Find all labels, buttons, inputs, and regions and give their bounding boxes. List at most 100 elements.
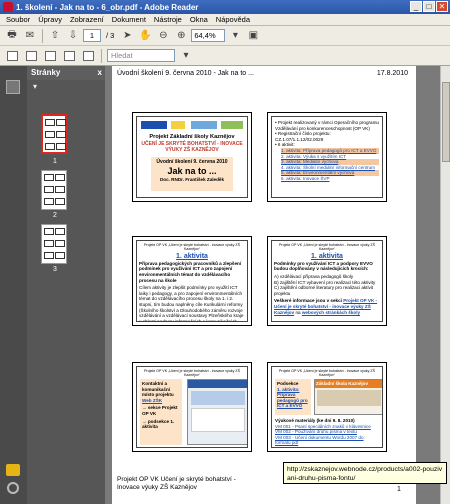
page-header: Úvodní školení 9. června 2010 - Jak na t… [117,70,254,77]
slide-6: Projekt OP VK „Učení je skryté bohatství… [267,362,387,452]
sidebar-options-icon[interactable]: ▾ [27,80,105,94]
slide-bullet: • Registrační číslo projektu: CZ.1.07/1.… [275,131,331,142]
slide-motto: UČENÍ JE SKRYTÉ BOHATSTVÍ - INOVACE VÝUK… [141,141,243,153]
slide-1: Projekt Základní školy Kaznějov UČENÍ JE… [132,112,252,202]
previous-page-icon[interactable]: ⇧ [47,29,63,43]
scrollbar-thumb[interactable] [442,82,450,162]
slide-top-note: Projekt OP VK „Učení je skryté bohatství… [278,369,375,378]
activity-1-link[interactable]: 1. aktivita: Příprava pedagogů pro ICT a… [277,387,309,409]
sidebar-close-icon[interactable]: x [98,66,102,80]
select-arrow-icon[interactable]: ➤ [119,29,135,43]
slide-top-note: Projekt OP VK „Učení je skryté bohatství… [143,369,240,378]
page-count: / 3 [106,31,115,40]
next-page-icon[interactable]: ⇩ [65,29,81,43]
maximize-button[interactable]: □ [423,1,435,12]
eu-logo [141,121,167,129]
sidebar-header: Stránky x [27,66,105,80]
menu-file[interactable]: Soubor [2,15,34,24]
secondary-toolbar: Hledat ▾ [0,46,450,66]
rotate-icon[interactable] [80,49,96,63]
page-thumbnail-3[interactable] [41,224,67,264]
title-bar: 1. školení - Jak na to - 6_obr.pdf - Ado… [0,0,450,14]
zoom-in-icon[interactable]: ⊕ [173,29,189,43]
navigation-strip [0,66,27,504]
thumbnail-label: 3 [53,266,57,273]
material-link-3[interactable]: VM 003 - Učení dokumentu Wordu 2007 do f… [275,435,379,446]
website-screenshot-image [187,379,247,445]
main-toolbar: 🖶 ✉ ⇧ ⇩ 1 / 3 ➤ ✋ ⊖ ⊕ 64,4% ▾ ▣ [0,26,450,46]
menu-document[interactable]: Dokument [108,15,150,24]
slide-2: • Projekt realizovaný v rámci Operačního… [267,112,387,202]
window-title: 1. školení - Jak na to - 6_obr.pdf - Ado… [16,2,199,12]
continuous-page-icon[interactable] [42,49,58,63]
slide-4: Projekt OP VK „Učení je skryté bohatství… [267,236,387,326]
page-footer: Projekt OP VK Učení je skryté bohatství … [117,476,236,491]
menu-bar: Soubor Úpravy Zobrazení Dokument Nástroj… [0,14,450,26]
pdf-page: Úvodní školení 9. června 2010 - Jak na t… [112,66,416,504]
save-copy-icon[interactable] [4,49,20,63]
menu-edit[interactable]: Úpravy [34,15,66,24]
page-number-input[interactable]: 1 [83,29,101,42]
school-website-link[interactable]: webových stránkách školy [302,310,360,315]
sidebar-title: Stránky [31,68,61,77]
slide-title-box: Úvodní školení 9. června 2010 Jak na to … [151,157,233,191]
slide-section-text: → sekce Projekt OP VK [142,405,178,416]
single-page-icon[interactable] [23,49,39,63]
find-input[interactable]: Hledat [107,49,175,62]
toolbar-divider [42,28,43,43]
slide-title: 1. aktivita [311,252,343,260]
pages-sidebar: Stránky x ▾ 1 2 3 [27,66,105,504]
slide-top-note: Projekt OP VK „Učení je skryté bohatství… [143,243,240,252]
fit-width-icon[interactable] [61,49,77,63]
slide-event: Úvodní školení 9. června 2010 [156,159,228,165]
zoom-out-icon[interactable]: ⊖ [155,29,171,43]
slide-3: Projekt OP VK „Učení je skryté bohatství… [132,236,252,326]
slide-info-text: Veškeré informace jsou v sekci [274,298,344,304]
pages-panel-icon[interactable] [6,80,20,94]
program-logo [221,121,243,129]
find-dropdown-icon[interactable]: ▾ [178,49,194,63]
thumbnail-label: 1 [53,158,57,165]
page-number: 1 [397,486,401,493]
comment-icon[interactable] [6,464,20,476]
hand-tool-icon[interactable]: ✋ [137,29,153,43]
vertical-scrollbar[interactable] [440,66,450,504]
zoom-input[interactable]: 64,4% [191,29,226,42]
activity-link-1[interactable]: 1. aktivita: Příprava pedagogů pro ICT a… [281,147,379,154]
slide-big-title: Jak na to ... [167,166,217,176]
slide-paragraph: Příprava pedagogických pracovníků a zlep… [139,260,242,283]
slide-subsection-box: Podsekce 1. aktivita: Příprava pedagogů … [275,379,311,415]
web-zsk-link[interactable]: Web ZŠK [142,398,180,404]
fit-page-icon[interactable]: ▣ [245,29,261,43]
website-screenshot-image: Základní škola Kaznějov [314,379,382,415]
slide-paragraph: Podmínky pro využívání ICT a podpory EVV… [274,260,373,272]
attachment-icon[interactable] [7,482,19,494]
minimize-button[interactable]: _ [410,1,422,12]
slide-bullet: • Projekt realizovaný v rámci Operačního… [275,120,379,131]
page-thumbnail-1[interactable] [41,114,67,154]
site-title: Základní škola Kaznějov [315,380,382,388]
eu-flag [171,121,185,129]
page-thumbnail-2[interactable] [41,170,67,210]
slide-contact-text: Kontaktní a komunikační místo projektu [142,381,174,398]
activity-link-6[interactable]: 6. aktivita: Inovace ŠVP [281,176,379,182]
menu-view[interactable]: Zobrazení [66,15,108,24]
slide-step-c: C) zajištění odborné literatury pro real… [274,285,374,296]
adobe-reader-icon [3,2,13,12]
menu-window[interactable]: Okna [186,15,212,24]
menu-tools[interactable]: Nástroje [150,15,186,24]
share-icon[interactable]: ✉ [22,29,38,43]
slide-subsection-text: → podsekce 1. aktivita [142,418,175,430]
slide-5: Projekt OP VK „Učení je skryté bohatství… [132,362,252,452]
slide-paragraph: Cílem aktivity je zlepšit podmínky pro v… [139,285,244,322]
slide-title: 1. aktivita [176,252,208,260]
slide-school: Projekt Základní školy Kaznějov [149,134,235,140]
zoom-dropdown-icon[interactable]: ▾ [227,29,243,43]
slide-top-note: Projekt OP VK „Učení je skryté bohatství… [278,243,375,252]
print-icon[interactable]: 🖶 [4,29,20,43]
close-button[interactable]: ✕ [436,1,448,12]
toolbar-divider [101,48,102,63]
ministry-logo [191,121,217,129]
slide-info-text: na [294,309,302,315]
menu-help[interactable]: Nápověda [212,15,254,24]
